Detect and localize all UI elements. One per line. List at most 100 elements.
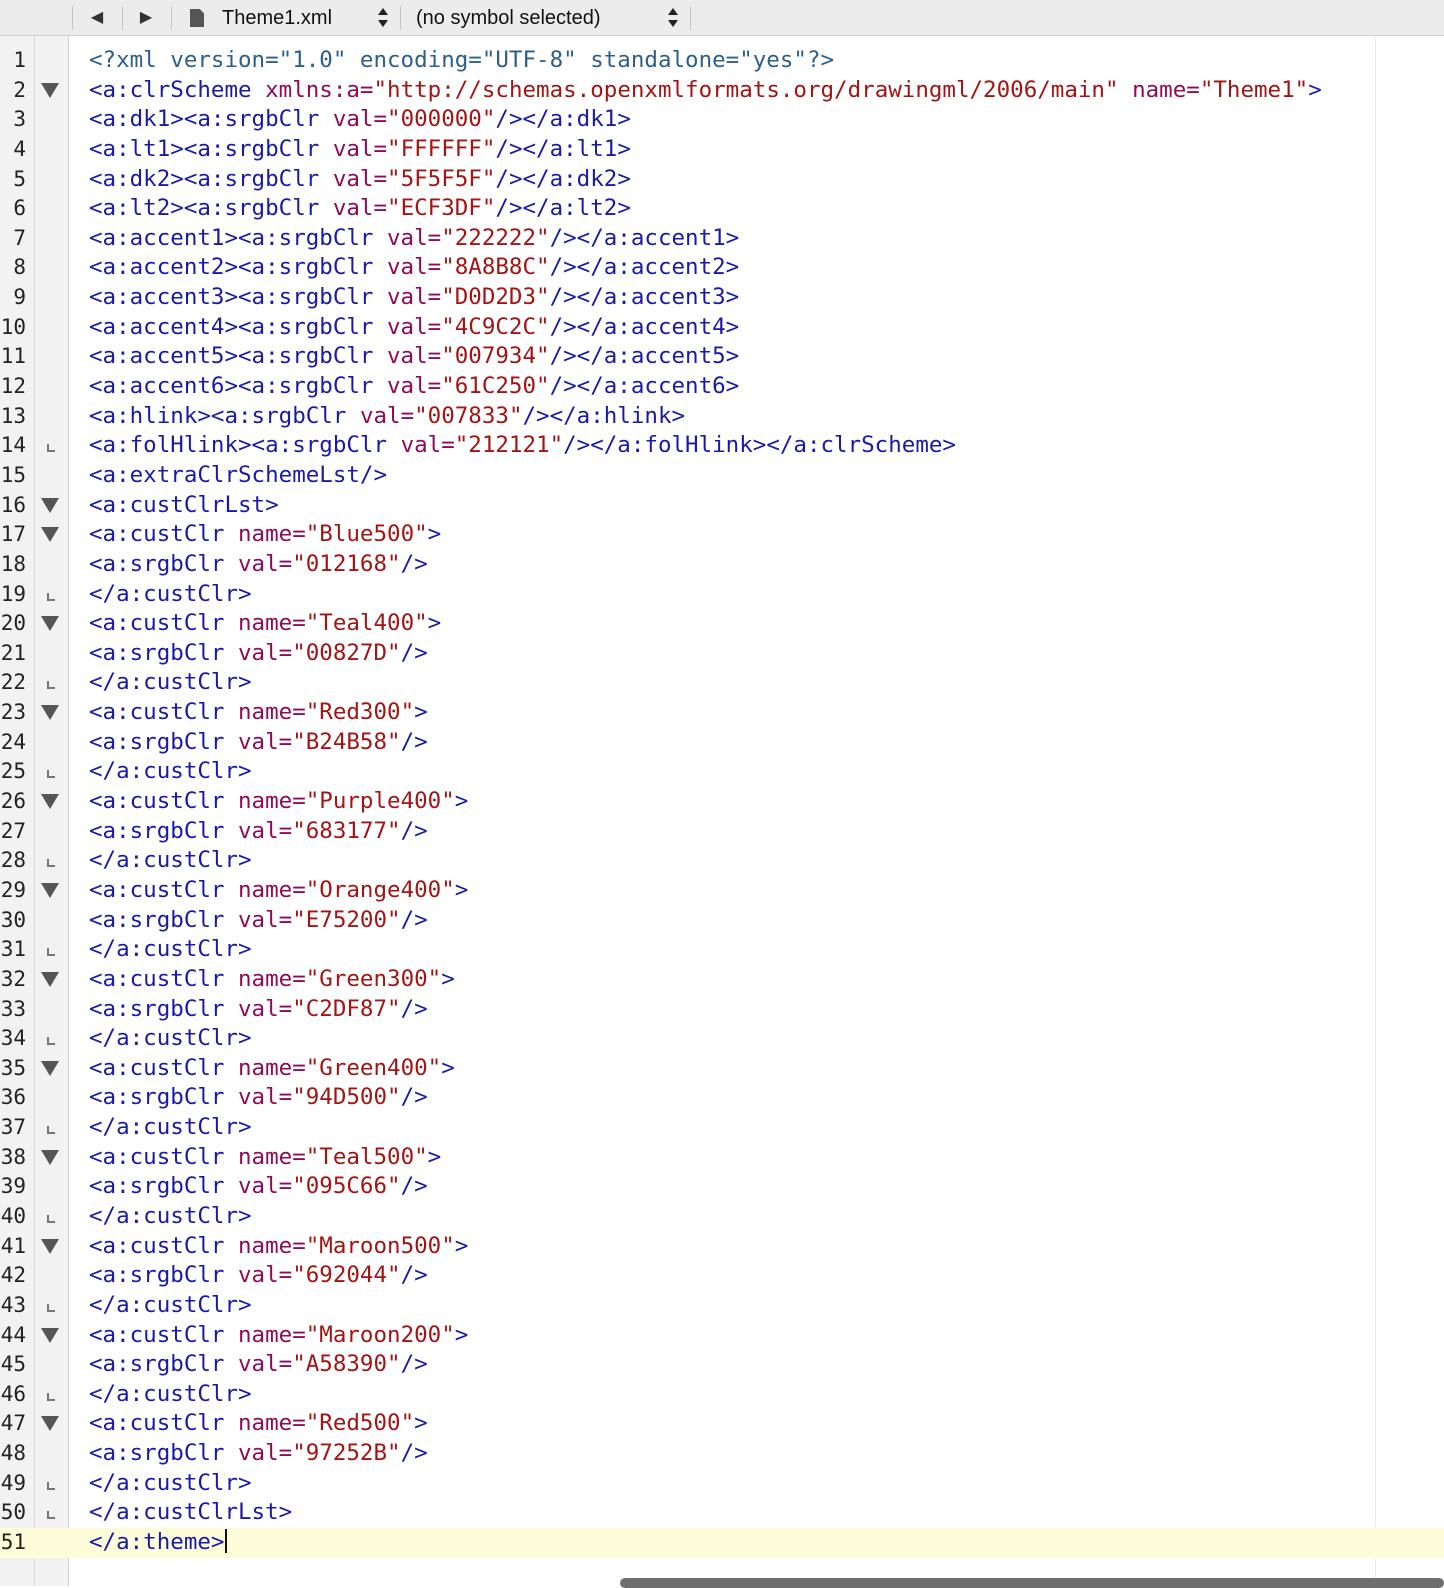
code-line[interactable]: 45 <a:srgbClr val="A58390"/> [0,1350,1444,1380]
code-line[interactable]: 27 <a:srgbClr val="683177"/> [0,817,1444,847]
token-attr: name= [238,1232,306,1259]
line-number: 7 [13,225,26,250]
token-val: "C2DF87" [292,995,401,1022]
code-line[interactable]: 44 <a:custClr name="Maroon200"> [0,1321,1444,1351]
fold-triangle-icon[interactable] [40,787,60,817]
code-line[interactable]: 5 <a:dk2><a:srgbClr val="5F5F5F"/></a:dk2… [0,165,1444,195]
code-line[interactable]: 41 <a:custClr name="Maroon500"> [0,1232,1444,1262]
code-line[interactable]: 12 <a:accent6><a:srgbClr val="61C250"/></… [0,372,1444,402]
fold-triangle-icon[interactable] [40,1054,60,1084]
symbol-selector-chevron-icon[interactable] [668,8,678,28]
line-number: 26 [0,789,26,814]
code-line[interactable]: 40 </a:custClr> [0,1202,1444,1232]
code-line[interactable]: 14 <a:folHlink><a:srgbClr val="212121"/><… [0,431,1444,461]
code-line[interactable]: 9 <a:accent3><a:srgbClr val="D0D2D3"/></a… [0,283,1444,313]
editor-toolbar: ◀ ▶ Theme1.xml (no symbol selected) [0,0,1444,36]
code-line[interactable]: 23 <a:custClr name="Red300"> [0,698,1444,728]
fold-slot [40,253,60,283]
code-line[interactable]: 17 <a:custClr name="Blue500"> [0,520,1444,550]
file-selector-chevron-icon[interactable] [378,8,388,28]
code-text: <a:custClr name="Orange400"> [89,876,468,906]
fold-slot [40,313,60,343]
fold-triangle-icon[interactable] [40,1232,60,1262]
fold-triangle-icon[interactable] [40,965,60,995]
code-line[interactable]: 48 <a:srgbClr val="97252B"/> [0,1439,1444,1469]
code-line[interactable]: 34 </a:custClr> [0,1024,1444,1054]
line-number: 45 [0,1352,26,1377]
token-tag: <a:accent3><a:srgbClr [89,284,388,311]
token-tag: > [414,699,428,726]
line-number: 31 [0,937,26,962]
code-line[interactable]: 24 <a:srgbClr val="B24B58"/> [0,728,1444,758]
code-line[interactable]: 7 <a:accent1><a:srgbClr val="222222"/></a… [0,224,1444,254]
fold-triangle-icon[interactable] [40,520,60,550]
line-number: 30 [0,907,26,932]
code-line[interactable]: 35 <a:custClr name="Green400"> [0,1054,1444,1084]
code-line[interactable]: 8 <a:accent2><a:srgbClr val="8A8B8C"/></a… [0,253,1444,283]
code-line[interactable]: 11 <a:accent5><a:srgbClr val="007934"/></… [0,342,1444,372]
code-line[interactable]: 19 </a:custClr> [0,580,1444,610]
code-line[interactable]: 26 <a:custClr name="Purple400"> [0,787,1444,817]
code-text: </a:custClr> [89,668,252,698]
code-text: <a:custClr name="Blue500"> [89,520,441,550]
back-button[interactable]: ◀ [86,6,108,30]
token-val: "692044" [292,1262,401,1289]
code-text: <a:srgbClr val="683177"/> [89,817,428,847]
code-line[interactable]: 49 </a:custClr> [0,1469,1444,1499]
code-line[interactable]: 32 <a:custClr name="Green300"> [0,965,1444,995]
fold-triangle-icon[interactable] [40,1321,60,1351]
code-line[interactable]: 36 <a:srgbClr val="94D500"/> [0,1083,1444,1113]
code-text: <a:dk2><a:srgbClr val="5F5F5F"/></a:dk2> [89,165,631,195]
code-line[interactable]: 29 <a:custClr name="Orange400"> [0,876,1444,906]
token-tag: <a:srgbClr [89,1262,239,1289]
code-line[interactable]: 18 <a:srgbClr val="012168"/> [0,550,1444,580]
token-tag: <a:custClr [89,1321,239,1348]
code-editor[interactable]: 1 <?xml version="1.0" encoding="UTF-8" st… [0,46,1444,1558]
code-line[interactable]: 46 </a:custClr> [0,1380,1444,1410]
code-line[interactable]: 1 <?xml version="1.0" encoding="UTF-8" st… [0,46,1444,76]
code-line[interactable]: 33 <a:srgbClr val="C2DF87"/> [0,995,1444,1025]
code-line[interactable]: 25 </a:custClr> [0,757,1444,787]
code-line[interactable]: 39 <a:srgbClr val="095C66"/> [0,1172,1444,1202]
code-line[interactable]: 16 <a:custClrLst> [0,491,1444,521]
fold-triangle-icon[interactable] [40,1143,60,1173]
code-line[interactable]: 2 <a:clrScheme xmlns:a="http://schemas.op… [0,76,1444,106]
token-attr: xmlns:a= [265,76,374,103]
fold-triangle-icon[interactable] [40,698,60,728]
code-line[interactable]: 4 <a:lt1><a:srgbClr val="FFFFFF"/></a:lt1… [0,135,1444,165]
fold-triangle-icon[interactable] [40,609,60,639]
code-text: <a:srgbClr val="095C66"/> [89,1172,428,1202]
line-number: 27 [0,818,26,843]
code-line[interactable]: 6 <a:lt2><a:srgbClr val="ECF3DF"/></a:lt2… [0,194,1444,224]
code-line[interactable]: 28 </a:custClr> [0,846,1444,876]
line-number: 19 [0,581,26,606]
code-line[interactable]: 42 <a:srgbClr val="692044"/> [0,1261,1444,1291]
token-tag: <a:dk2><a:srgbClr [89,165,333,192]
fold-triangle-icon[interactable] [40,1409,60,1439]
horizontal-scrollbar[interactable] [620,1578,1444,1588]
code-line[interactable]: 47 <a:custClr name="Red500"> [0,1409,1444,1439]
token-val: "000000" [387,106,496,133]
code-line[interactable]: 37 </a:custClr> [0,1113,1444,1143]
code-line[interactable]: 20 <a:custClr name="Teal400"> [0,609,1444,639]
symbol-selector[interactable]: (no symbol selected) [416,5,601,31]
file-selector[interactable]: Theme1.xml [222,5,332,31]
code-line[interactable]: 10 <a:accent4><a:srgbClr val="4C9C2C"/></… [0,313,1444,343]
code-line[interactable]: 3 <a:dk1><a:srgbClr val="000000"/></a:dk1… [0,105,1444,135]
token-tag: <a:folHlink><a:srgbClr [89,432,401,459]
fold-triangle-icon[interactable] [40,491,60,521]
code-line[interactable]: 22 </a:custClr> [0,668,1444,698]
code-line[interactable]: 51 </a:theme> [0,1528,1444,1558]
code-line[interactable]: 38 <a:custClr name="Teal500"> [0,1143,1444,1173]
code-line[interactable]: 43 </a:custClr> [0,1291,1444,1321]
fold-slot [40,283,60,313]
code-line[interactable]: 50 </a:custClrLst> [0,1498,1444,1528]
code-line[interactable]: 31 </a:custClr> [0,935,1444,965]
code-line[interactable]: 13 <a:hlink><a:srgbClr val="007833"/></a:… [0,402,1444,432]
fold-triangle-icon[interactable] [40,876,60,906]
code-line[interactable]: 15 <a:extraClrSchemeLst/> [0,461,1444,491]
code-line[interactable]: 21 <a:srgbClr val="00827D"/> [0,639,1444,669]
fold-triangle-icon[interactable] [40,76,60,106]
code-line[interactable]: 30 <a:srgbClr val="E75200"/> [0,906,1444,936]
forward-button[interactable]: ▶ [135,6,157,30]
